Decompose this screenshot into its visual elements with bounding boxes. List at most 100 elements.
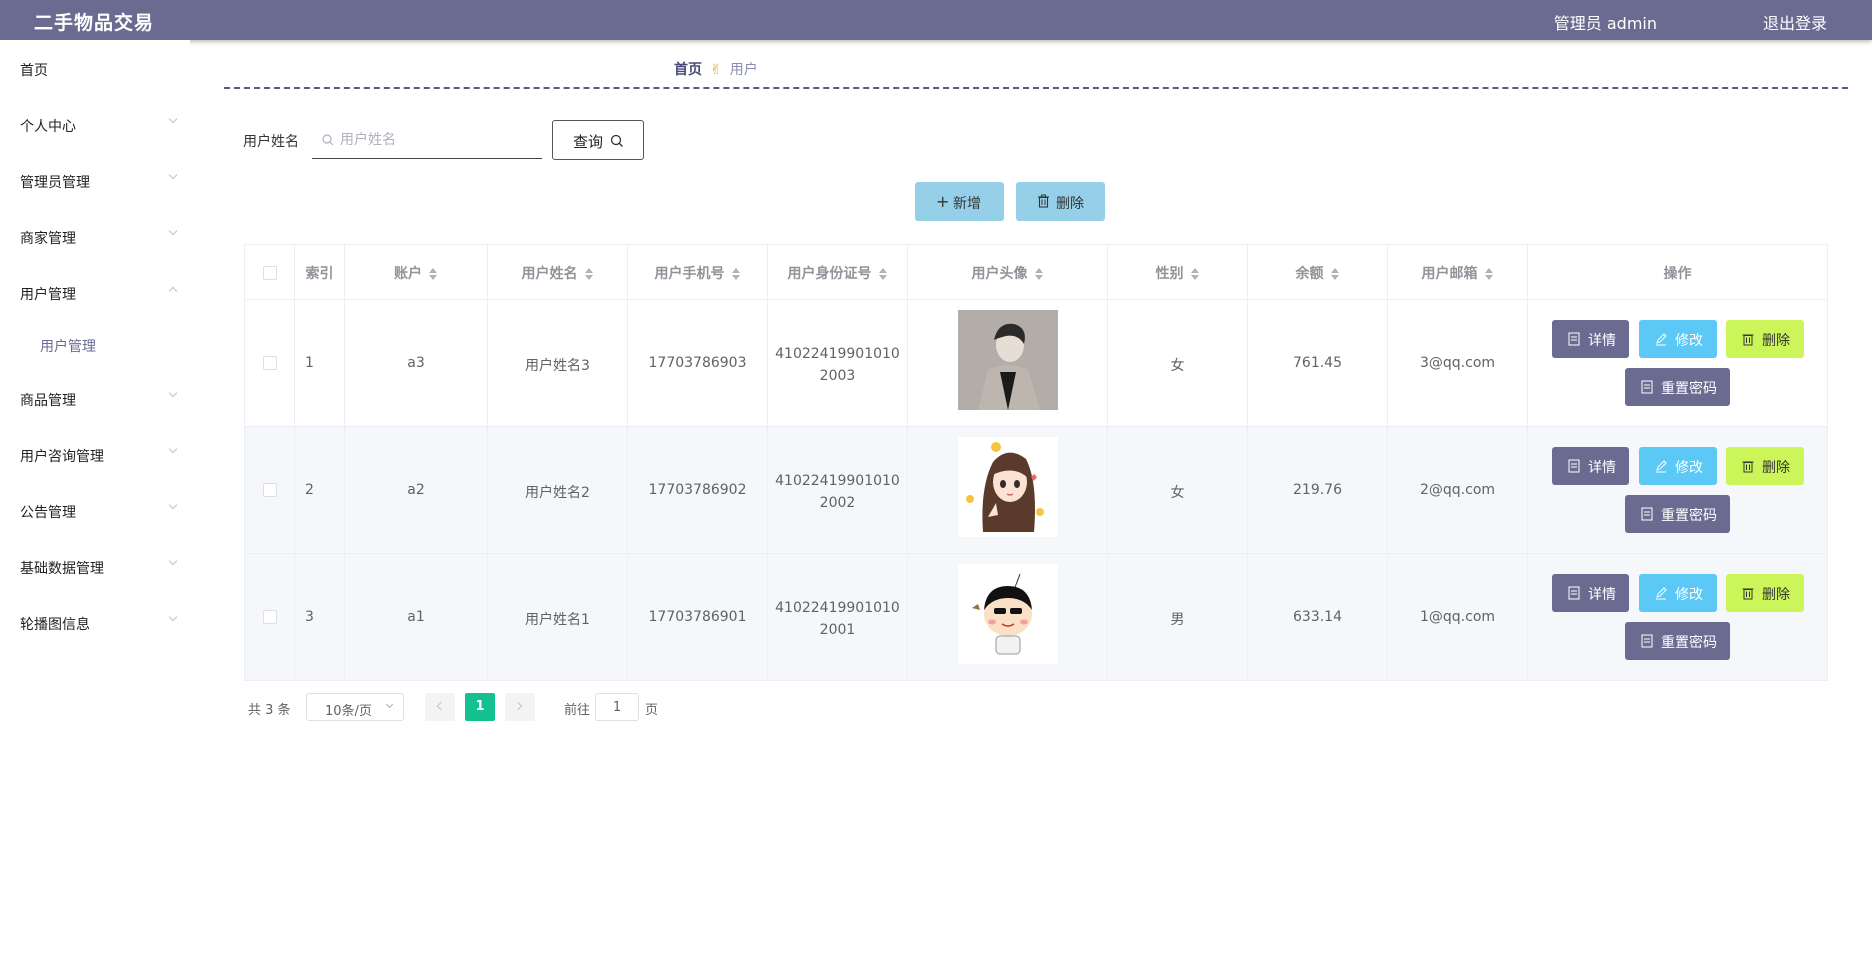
col-gender[interactable]: 性别 (1108, 245, 1248, 301)
col-phone[interactable]: 用户手机号 (628, 245, 768, 301)
search-icon (322, 134, 334, 146)
cell-index: 1 (305, 355, 314, 371)
cell-gender: 男 (1170, 612, 1185, 628)
batch-delete-button[interactable]: 删除 (1016, 182, 1105, 221)
query-button[interactable]: 查询 (552, 120, 644, 160)
cell-index: 3 (305, 609, 314, 625)
sort-icon[interactable] (1330, 267, 1340, 281)
page-number-current[interactable]: 1 (465, 693, 495, 721)
delete-button[interactable]: 删除 (1726, 447, 1804, 485)
edit-button[interactable]: 修改 (1639, 574, 1717, 612)
select-all-checkbox[interactable] (263, 266, 277, 280)
table-row: 3 a1 用户姓名1 17703786901 41022419901010 200… (244, 554, 1828, 681)
cell-account: a2 (407, 482, 425, 498)
goto-label: 前往 (564, 703, 591, 718)
trash-icon (1742, 461, 1754, 473)
detail-button[interactable]: 详情 (1552, 320, 1629, 358)
breadcrumb-home[interactable]: 首页 (674, 62, 702, 78)
sort-icon[interactable] (1034, 267, 1044, 281)
document-icon (1641, 507, 1653, 521)
sort-icon[interactable] (584, 267, 594, 281)
reset-password-button[interactable]: 重置密码 (1625, 495, 1730, 533)
col-email[interactable]: 用户邮箱 (1388, 245, 1528, 301)
goto-page-input[interactable] (595, 693, 639, 721)
sidebar-item-label: 个人中心 (20, 119, 76, 135)
prev-page-button[interactable] (425, 693, 455, 721)
search-box (312, 121, 542, 159)
cell-actions: 详情 修改 删除 重置密码 (1528, 554, 1827, 680)
divider (224, 87, 1848, 89)
sidebar-item-user-management[interactable]: 用户管理 (0, 272, 190, 312)
sidebar-item-personal-center[interactable]: 个人中心 (0, 104, 190, 144)
sidebar-item-label: 商家管理 (20, 231, 76, 247)
sidebar-item-consult-management[interactable]: 用户咨询管理 (0, 434, 190, 474)
chevron-down-icon (170, 558, 178, 566)
row-checkbox[interactable] (263, 483, 277, 497)
user-avatar-image (958, 310, 1058, 410)
user-avatar-image (958, 437, 1058, 537)
row-checkbox[interactable] (263, 610, 277, 624)
sidebar-item-label: 公告管理 (20, 505, 76, 521)
sidebar-item-carousel[interactable]: 轮播图信息 (0, 602, 190, 642)
cell-actions: 详情 修改 删除 重置密码 (1528, 427, 1827, 553)
table-row: 1 a3 用户姓名3 17703786903 41022419901010 200… (244, 300, 1828, 427)
cell-account: a1 (407, 609, 425, 625)
sidebar-item-label: 用户管理 (20, 287, 76, 303)
chevron-down-icon (170, 390, 178, 398)
detail-button[interactable]: 详情 (1552, 574, 1629, 612)
row-checkbox[interactable] (263, 356, 277, 370)
search-input[interactable] (340, 129, 530, 151)
sidebar-subitem-label: 用户管理 (40, 339, 96, 355)
add-button[interactable]: + 新增 (915, 182, 1004, 221)
sidebar-item-label: 基础数据管理 (20, 561, 104, 577)
delete-button[interactable]: 删除 (1726, 574, 1804, 612)
sort-icon[interactable] (1190, 267, 1200, 281)
detail-button[interactable]: 详情 (1552, 447, 1629, 485)
cell-name: 用户姓名3 (525, 358, 590, 374)
sort-icon[interactable] (428, 267, 438, 281)
col-index: 索引 (295, 245, 345, 301)
sidebar-item-home[interactable]: 首页 (0, 48, 190, 88)
cell-account: a3 (407, 355, 425, 371)
reset-password-button[interactable]: 重置密码 (1625, 622, 1730, 660)
cell-email: 1@qq.com (1419, 609, 1496, 625)
sidebar-item-basic-data[interactable]: 基础数据管理 (0, 546, 190, 586)
edit-button[interactable]: 修改 (1639, 447, 1717, 485)
sidebar-item-notice-management[interactable]: 公告管理 (0, 490, 190, 530)
sidebar: 首页 个人中心 管理员管理 商家管理 用户管理 用户管理 商品管理 用户咨询管理… (0, 40, 190, 958)
page-size-select[interactable]: 10条/页 (306, 693, 404, 721)
cell-gender: 女 (1170, 358, 1185, 374)
sidebar-subitem-user-management[interactable]: 用户管理 (0, 326, 190, 362)
sort-icon[interactable] (731, 267, 741, 281)
col-id-card[interactable]: 用户身份证号 (768, 245, 908, 301)
sort-icon[interactable] (1484, 267, 1494, 281)
cell-id-card: 41022419901010 2001 (768, 554, 908, 680)
col-account[interactable]: 账户 (345, 245, 488, 301)
chevron-right-icon (513, 701, 523, 711)
cell-balance: 219.76 (1293, 482, 1342, 498)
delete-button[interactable]: 删除 (1726, 320, 1804, 358)
sidebar-item-merchant-management[interactable]: 商家管理 (0, 216, 190, 256)
cell-name: 用户姓名1 (525, 612, 590, 628)
batch-delete-label: 删除 (1056, 196, 1084, 212)
col-name[interactable]: 用户姓名 (488, 245, 628, 301)
chevron-down-icon (170, 228, 178, 236)
col-balance[interactable]: 余额 (1248, 245, 1388, 301)
chevron-down-icon (385, 700, 394, 709)
cell-id-card: 41022419901010 2003 (768, 300, 908, 426)
chevron-left-icon (436, 701, 446, 711)
reset-password-button[interactable]: 重置密码 (1625, 368, 1730, 406)
col-avatar[interactable]: 用户头像 (908, 245, 1108, 301)
cell-balance: 761.45 (1293, 355, 1342, 371)
next-page-button[interactable] (505, 693, 535, 721)
sort-icon[interactable] (878, 267, 888, 281)
sidebar-item-admin-management[interactable]: 管理员管理 (0, 160, 190, 200)
edit-button[interactable]: 修改 (1639, 320, 1717, 358)
col-actions: 操作 (1663, 266, 1692, 282)
sidebar-item-label: 首页 (20, 63, 48, 79)
search-label: 用户姓名 (243, 134, 299, 150)
sidebar-item-goods-management[interactable]: 商品管理 (0, 378, 190, 418)
cell-index: 2 (305, 482, 314, 498)
pencil-icon (1656, 587, 1667, 600)
logout-link[interactable]: 退出登录 (1763, 10, 1827, 34)
